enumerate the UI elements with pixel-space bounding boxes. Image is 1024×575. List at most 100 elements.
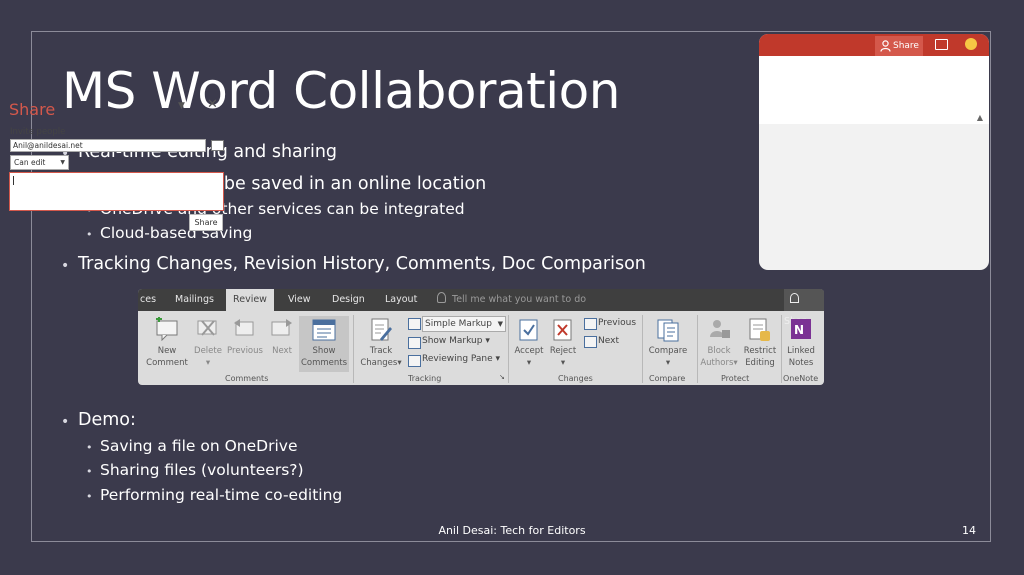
next-change-button[interactable]: Next bbox=[598, 336, 619, 346]
restrict-editing-label-1: Restrict bbox=[743, 346, 777, 356]
markup-select[interactable]: Simple Markup ▼ bbox=[422, 316, 506, 332]
show-markup-icon bbox=[408, 337, 421, 349]
permission-value: Can edit bbox=[14, 158, 46, 167]
word-ribbon-screenshot: ces Mailings Review View Design Layout T… bbox=[138, 289, 824, 385]
group-separator bbox=[642, 315, 643, 383]
previous-change-icon bbox=[584, 318, 597, 330]
bullet-tracking: Tracking Changes, Revision History, Comm… bbox=[78, 254, 646, 274]
slide-title: MS Word Collaboration bbox=[62, 62, 620, 120]
svg-text:N: N bbox=[794, 323, 804, 337]
sub-bullet-cloud: Cloud-based saving bbox=[100, 224, 253, 242]
new-comment-icon bbox=[156, 317, 178, 341]
next-comment-button[interactable]: Next bbox=[266, 345, 298, 357]
track-changes-label-2: Changes bbox=[360, 358, 398, 368]
accept-button[interactable]: Accept ▾ bbox=[510, 345, 548, 369]
next-change-icon bbox=[584, 336, 597, 348]
sub-bullet-dot: • bbox=[86, 465, 93, 478]
show-markup-label: Show Markup bbox=[422, 336, 483, 346]
chevron-down-icon: ▾ bbox=[665, 358, 671, 368]
delete-comment-icon bbox=[197, 320, 217, 336]
tell-me-search[interactable]: Tell me what you want to do bbox=[437, 289, 586, 311]
tab-references[interactable]: ces bbox=[140, 289, 156, 311]
share-button[interactable]: Share bbox=[189, 214, 223, 231]
sub-bullet-sharing: Sharing files (volunteers?) bbox=[100, 461, 304, 479]
linked-notes-label-2: Notes bbox=[788, 358, 814, 368]
onenote-group-label: OneNote bbox=[783, 374, 819, 383]
tab-layout[interactable]: Layout bbox=[385, 289, 417, 311]
changes-group-label: Changes bbox=[558, 374, 593, 383]
tab-view[interactable]: View bbox=[288, 289, 311, 311]
text-cursor bbox=[13, 176, 14, 185]
track-changes-icon bbox=[371, 318, 392, 341]
person-icon bbox=[790, 293, 799, 303]
chevron-down-icon: ▾ bbox=[526, 358, 532, 368]
chevron-down-icon: ▼ bbox=[60, 159, 65, 166]
restrict-editing-button[interactable]: Restrict Editing bbox=[739, 345, 781, 369]
block-authors-button[interactable]: Block Authors▾ bbox=[698, 345, 740, 369]
show-markup-button[interactable]: Show Markup ▾ bbox=[422, 336, 490, 346]
chevron-down-icon[interactable]: ▼ bbox=[178, 101, 185, 111]
person-icon bbox=[880, 40, 891, 52]
previous-comment-button[interactable]: Previous bbox=[225, 345, 265, 357]
accept-icon bbox=[519, 319, 538, 341]
address-book-icon[interactable] bbox=[211, 140, 224, 151]
chevron-down-icon: ▾ bbox=[560, 358, 566, 368]
compare-group-label: Compare bbox=[649, 374, 686, 383]
show-comments-label-1: Show bbox=[312, 346, 336, 356]
show-comments-label: Show Comments bbox=[299, 345, 349, 369]
chevron-down-icon: ▼ bbox=[497, 320, 503, 328]
previous-comment-icon bbox=[234, 319, 254, 336]
reject-icon bbox=[553, 319, 572, 341]
ribbon-share-button[interactable]: Shar bbox=[784, 289, 824, 327]
linked-notes-label-1: Linked bbox=[787, 346, 815, 356]
new-comment-label-2: Comment bbox=[146, 358, 188, 368]
sub-bullet-coediting: Performing real-time co-editing bbox=[100, 486, 343, 504]
show-comments-label-2: Comments bbox=[300, 358, 348, 368]
top-share-label: Share bbox=[893, 41, 919, 51]
delete-button[interactable]: Delete bbox=[190, 345, 226, 357]
new-comment-button[interactable]: New Comment bbox=[143, 345, 191, 369]
chevron-down-icon: ▾ bbox=[733, 358, 738, 368]
restrict-editing-label-2: Editing bbox=[745, 358, 775, 368]
tell-me-text: Tell me what you want to do bbox=[452, 294, 587, 305]
chevron-down-icon: ▾ bbox=[495, 354, 501, 364]
new-comment-label: New bbox=[157, 346, 177, 356]
next-comment-icon bbox=[271, 319, 292, 336]
sub-bullet-dot: • bbox=[86, 490, 93, 503]
block-authors-label-1: Block bbox=[707, 346, 731, 356]
dialog-launcher-icon[interactable]: ↘ bbox=[499, 373, 505, 381]
tab-mailings[interactable]: Mailings bbox=[175, 289, 214, 311]
linked-notes-button[interactable]: Linked Notes bbox=[781, 345, 821, 369]
track-changes-button[interactable]: Track Changes▾ bbox=[360, 345, 402, 369]
scroll-up-icon[interactable]: ▲ bbox=[977, 113, 983, 122]
previous-change-button[interactable]: Previous bbox=[598, 318, 636, 328]
permission-select[interactable]: Can edit ▼ bbox=[10, 155, 69, 170]
compare-button[interactable]: Compare ▾ bbox=[644, 345, 692, 369]
comment-icon[interactable] bbox=[935, 39, 948, 50]
smiley-icon[interactable] bbox=[965, 38, 977, 50]
reject-button[interactable]: Reject ▾ bbox=[546, 345, 580, 369]
reviewing-pane-label: Reviewing Pane bbox=[422, 354, 493, 364]
bullet-demo: Demo: bbox=[78, 410, 136, 430]
close-icon[interactable]: ✕ bbox=[207, 97, 218, 112]
simple-markup-value: Simple Markup bbox=[425, 319, 492, 329]
reviewing-pane-button[interactable]: Reviewing Pane ▾ bbox=[422, 354, 500, 364]
share-panel-screenshot: Share ▲ bbox=[759, 34, 989, 270]
message-textarea[interactable] bbox=[9, 172, 224, 211]
top-share-button[interactable]: Share bbox=[875, 36, 923, 56]
sub-bullet-dot: • bbox=[86, 441, 93, 454]
invite-email-field[interactable]: Anil@anildesai.net bbox=[10, 139, 206, 152]
page-number: 14 bbox=[962, 524, 976, 537]
chevron-down-icon: ▾ bbox=[205, 358, 211, 368]
document-area: ▲ bbox=[759, 56, 989, 124]
block-authors-label-2: Authors bbox=[700, 358, 734, 368]
compare-label: Compare bbox=[648, 346, 688, 356]
chevron-down-icon: ▾ bbox=[485, 336, 490, 346]
compare-icon bbox=[657, 319, 679, 342]
tab-design[interactable]: Design bbox=[332, 289, 365, 311]
ribbon-tabbar: ces Mailings Review View Design Layout T… bbox=[138, 289, 824, 327]
reject-label: Reject bbox=[549, 346, 577, 356]
sub-bullet-saving: Saving a file on OneDrive bbox=[100, 437, 298, 455]
lightbulb-icon bbox=[437, 292, 446, 303]
tab-review[interactable]: Review bbox=[226, 289, 274, 311]
